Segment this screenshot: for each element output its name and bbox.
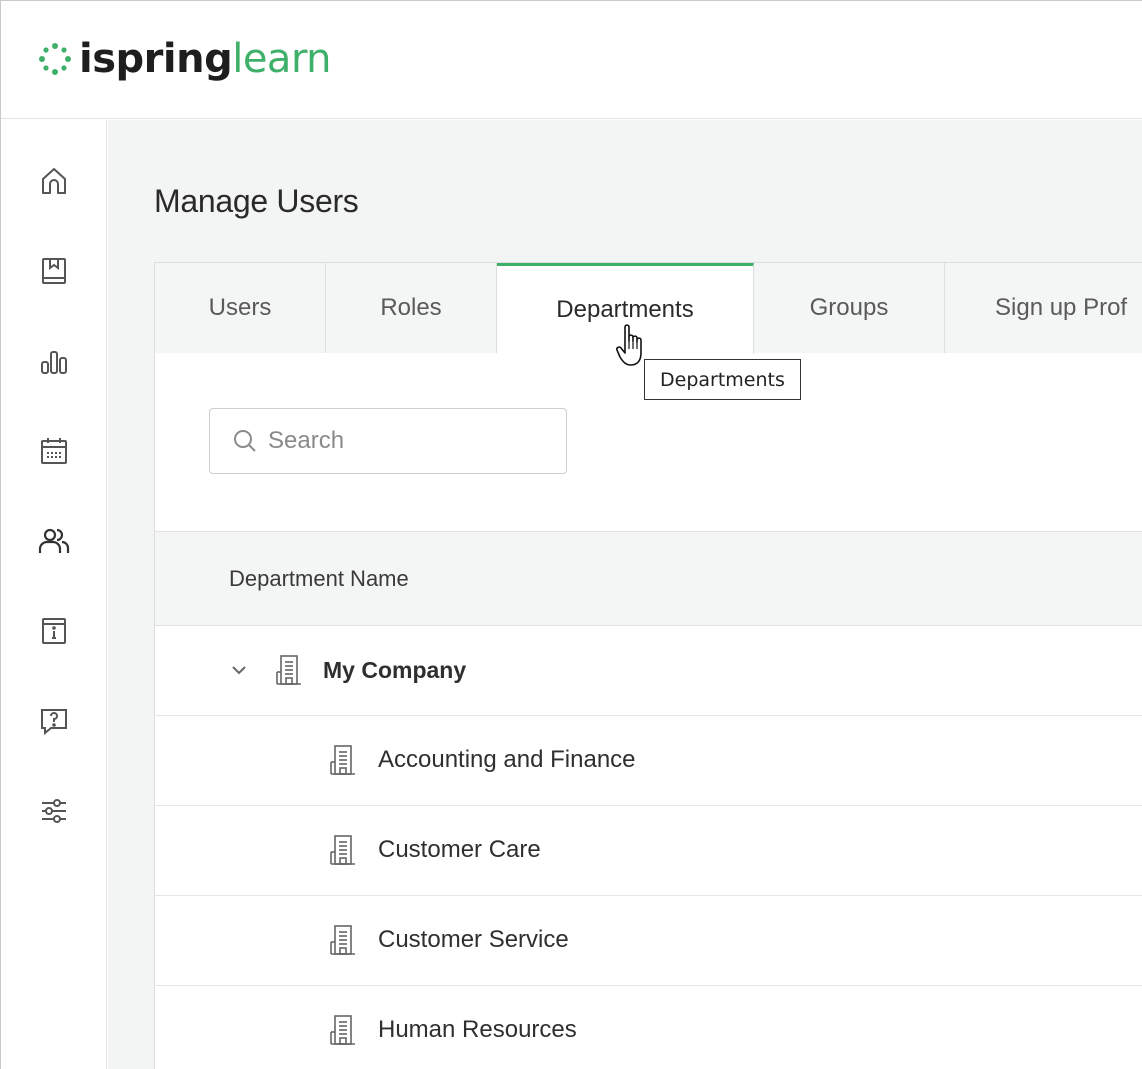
tooltip: Departments <box>644 359 801 400</box>
search-icon <box>234 430 256 452</box>
building-icon <box>276 655 301 685</box>
search-box[interactable] <box>209 408 567 474</box>
tab-sign-up-profile[interactable]: Sign up Prof <box>945 263 1142 353</box>
department-name: Human Resources <box>378 1016 577 1043</box>
tab-groups[interactable]: Groups <box>754 263 945 353</box>
department-name: Customer Service <box>378 926 569 953</box>
building-icon <box>330 925 355 955</box>
tab-roles[interactable]: Roles <box>326 263 497 353</box>
department-name: My Company <box>323 657 467 683</box>
sidebar <box>1 120 107 1069</box>
logo-text-learn: learn <box>232 36 332 82</box>
table-row[interactable]: Customer Service <box>155 896 1142 986</box>
page-title: Manage Users <box>154 183 359 219</box>
department-name: Accounting and Finance <box>378 746 636 773</box>
tab-users[interactable]: Users <box>155 263 326 353</box>
main-content: Manage Users Users Roles Departments Gro… <box>108 120 1142 1069</box>
calendar-icon[interactable] <box>37 434 71 468</box>
app-window: ispringlearn Manage Users Users Roles De… <box>0 0 1142 1069</box>
logo-text: ispringlearn <box>79 36 332 82</box>
department-name: Customer Care <box>378 836 541 863</box>
search-input[interactable] <box>268 427 548 455</box>
table-row[interactable]: Human Resources <box>155 986 1142 1069</box>
logo-icon <box>39 43 71 75</box>
home-icon[interactable] <box>37 164 71 198</box>
book-icon[interactable] <box>37 254 71 288</box>
table-row[interactable]: Customer Care <box>155 806 1142 896</box>
building-icon <box>330 1015 355 1045</box>
chevron-down-icon[interactable] <box>229 660 249 680</box>
building-icon <box>330 745 355 775</box>
table-row[interactable]: Accounting and Finance <box>155 716 1142 806</box>
building-icon <box>330 835 355 865</box>
settings-sliders-icon[interactable] <box>37 794 71 828</box>
logo[interactable]: ispringlearn <box>33 36 332 82</box>
help-icon[interactable] <box>37 704 71 738</box>
top-bar: ispringlearn <box>1 1 1142 119</box>
table-row-root[interactable]: My Company <box>155 626 1142 716</box>
info-icon[interactable] <box>37 614 71 648</box>
table-header-department-name[interactable]: Department Name <box>155 531 1142 626</box>
logo-text-ispring: ispring <box>79 36 233 82</box>
reports-icon[interactable] <box>37 344 71 378</box>
users-icon[interactable] <box>37 524 71 558</box>
